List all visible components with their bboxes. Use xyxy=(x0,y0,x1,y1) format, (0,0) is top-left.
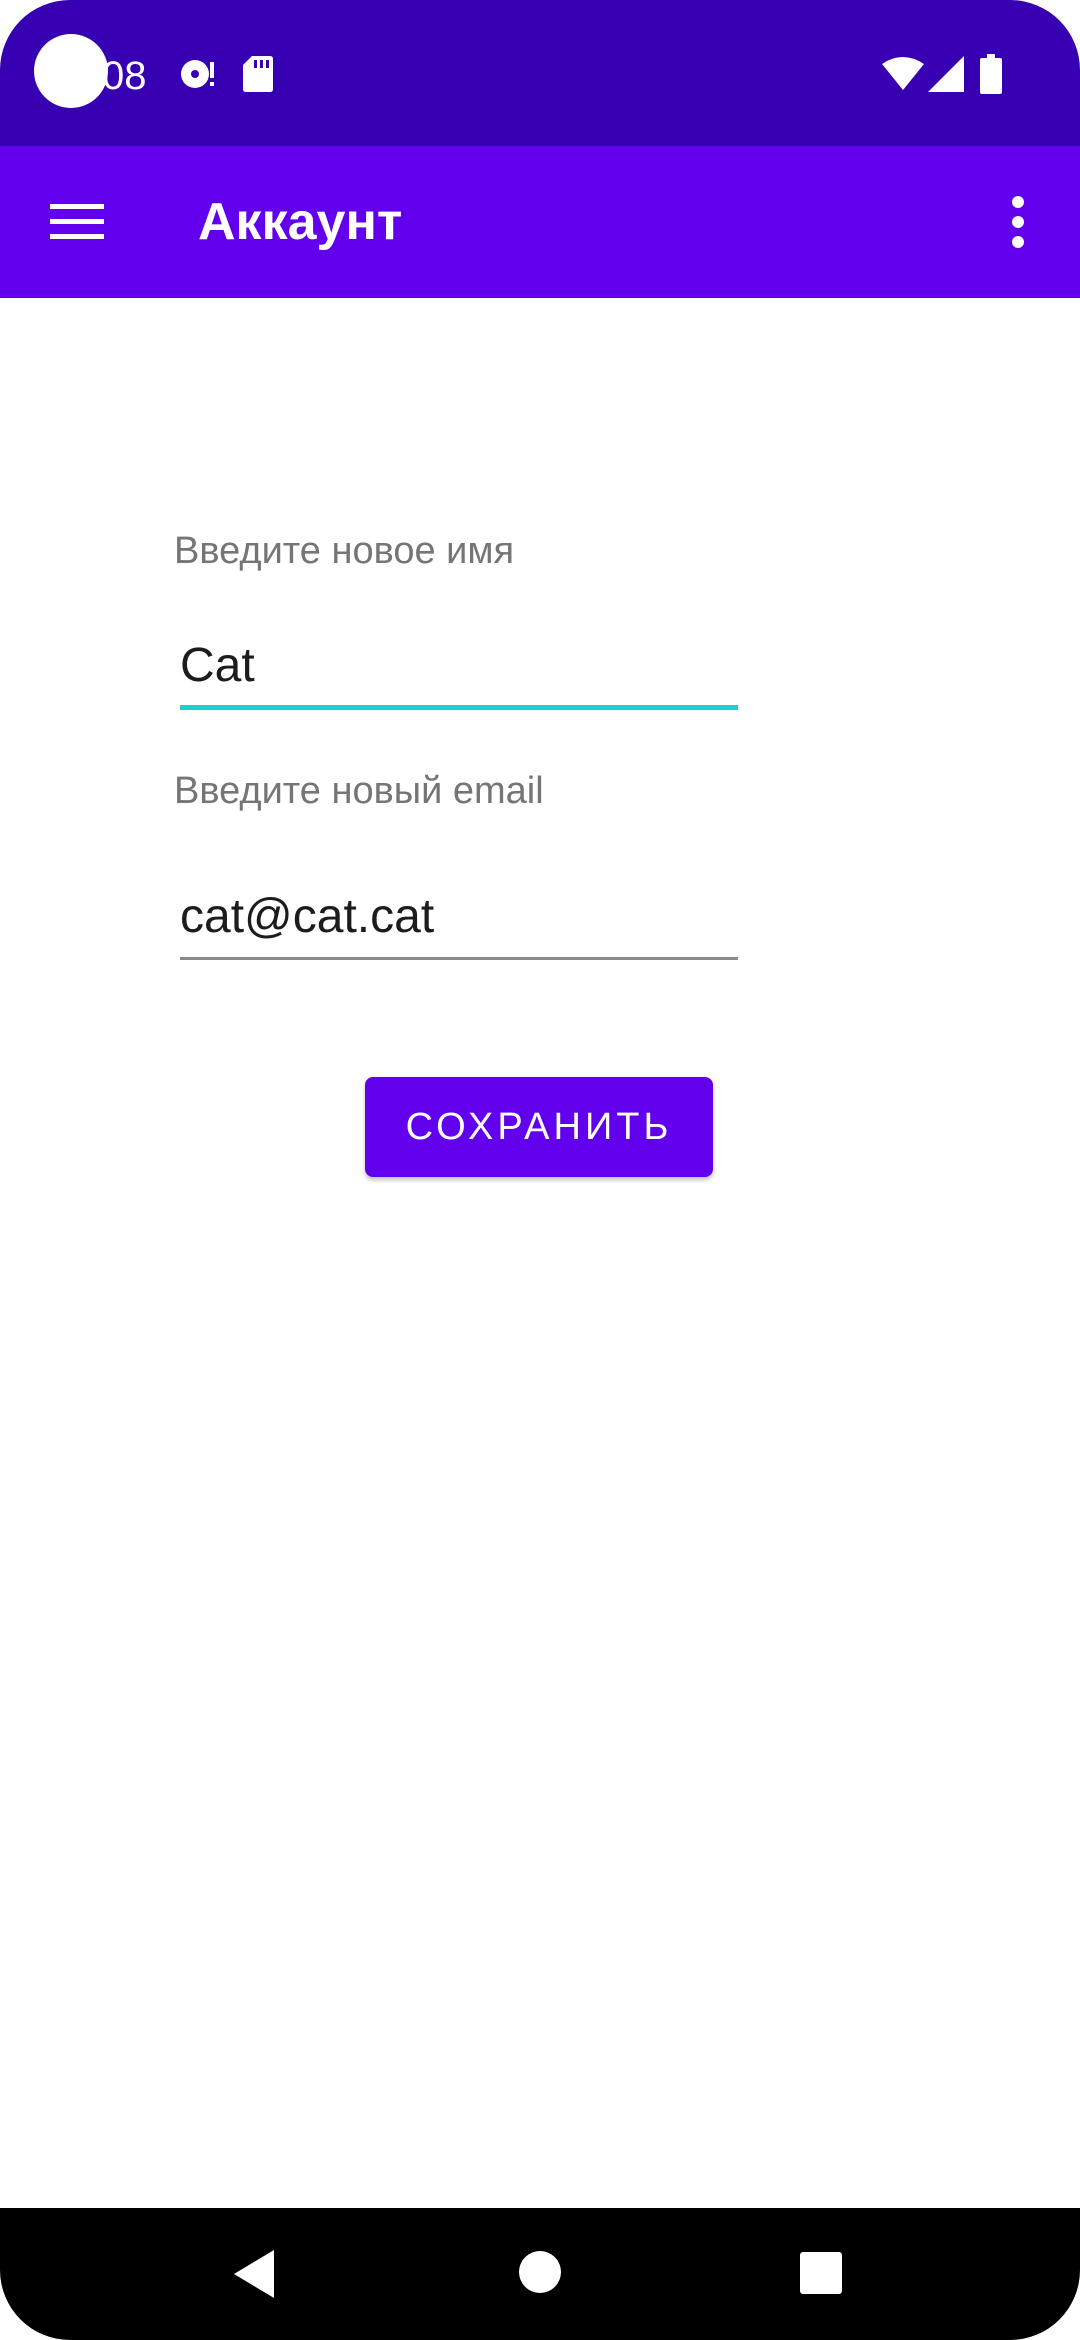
email-field-label: Введите новый email xyxy=(174,770,544,812)
hamburger-menu-icon[interactable] xyxy=(40,196,114,250)
sd-card-icon xyxy=(242,54,274,99)
save-button[interactable]: СОХРАНИТЬ xyxy=(365,1077,713,1177)
email-input[interactable]: cat@cat.cat xyxy=(180,888,738,946)
name-field-label: Введите новое имя xyxy=(174,530,515,572)
camera-cutout xyxy=(34,34,108,108)
status-time: 08 xyxy=(102,54,147,98)
name-input-underline xyxy=(180,705,738,710)
disc-notification-icon xyxy=(178,54,218,99)
cellular-signal-icon xyxy=(928,56,964,97)
page-title: Аккаунт xyxy=(198,193,403,251)
home-icon[interactable] xyxy=(518,2250,562,2299)
email-input-underline xyxy=(180,957,738,960)
app-bar: Аккаунт xyxy=(0,146,1080,298)
recents-icon[interactable] xyxy=(800,2252,842,2299)
name-input[interactable]: Cat xyxy=(180,637,738,695)
back-icon[interactable] xyxy=(230,2248,278,2305)
navigation-bar xyxy=(0,2208,1080,2340)
status-bar: 08 xyxy=(0,0,1080,146)
more-vertical-icon[interactable] xyxy=(992,194,1042,250)
wifi-icon xyxy=(882,56,924,97)
battery-icon xyxy=(980,54,1002,99)
